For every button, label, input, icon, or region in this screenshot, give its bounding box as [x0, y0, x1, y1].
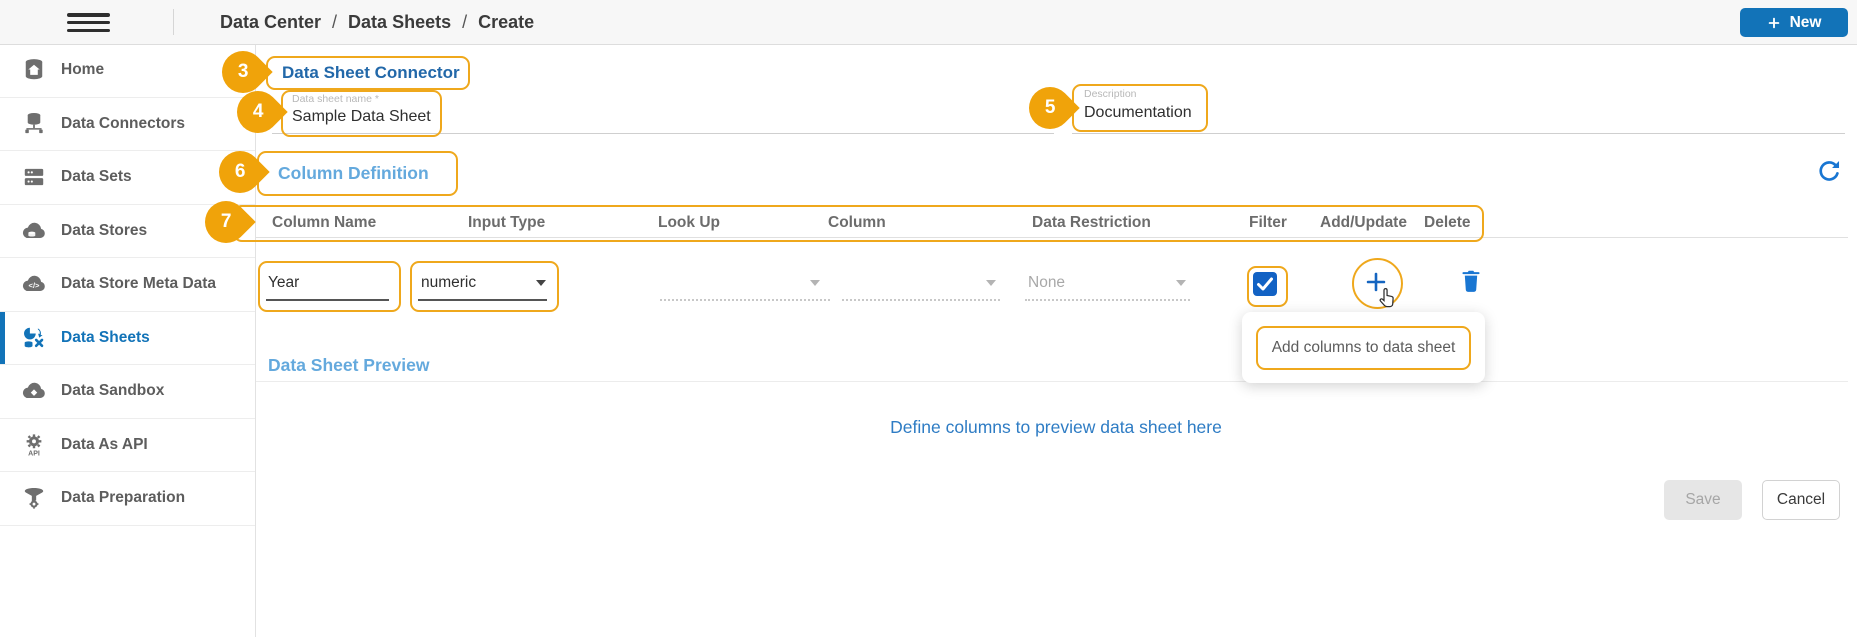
- cancel-button[interactable]: Cancel: [1762, 480, 1840, 520]
- new-button[interactable]: New: [1740, 8, 1848, 37]
- section-divider: [255, 381, 1848, 382]
- tooltip-add-columns: Add columns to data sheet: [1242, 312, 1485, 383]
- column-header-column: Column: [828, 214, 886, 231]
- data-store-meta-data-icon: </>: [21, 271, 47, 297]
- input-underline: [418, 299, 547, 301]
- sidebar-item-label: Data Sheets: [61, 328, 150, 346]
- breadcrumb-item-create: Create: [478, 11, 535, 32]
- sidebar-item-label: Data Preparation: [61, 489, 186, 507]
- section-title-column-definition: Column Definition: [278, 163, 429, 183]
- sidebar-item-label: Data Stores: [61, 221, 148, 239]
- column-name-input-value: Year: [268, 274, 300, 291]
- delete-row-button[interactable]: [1458, 266, 1484, 296]
- chevron-down-icon: [810, 280, 820, 286]
- sidebar-item-label: Home: [61, 61, 105, 79]
- data-stores-icon: [21, 218, 47, 244]
- top-bar: Data Center / Data Sheets / Create New: [0, 0, 1857, 45]
- data-restriction-select[interactable]: [1025, 298, 1190, 301]
- column-header-input-type: Input Type: [468, 214, 546, 231]
- home-database-icon: [21, 57, 47, 83]
- field-underline: [272, 133, 1054, 134]
- section-title-data-sheet-connector: Data Sheet Connector: [282, 63, 460, 82]
- data-preparation-icon: [21, 485, 47, 511]
- column-header-add-update: Add/Update: [1320, 214, 1407, 231]
- data-sheet-name-label: Data sheet name *: [292, 93, 379, 105]
- description-value: Documentation: [1084, 104, 1192, 121]
- data-sheet-name-value: Sample Data Sheet: [292, 108, 431, 125]
- svg-text:API: API: [28, 450, 40, 457]
- breadcrumb-separator: /: [332, 11, 338, 32]
- sidebar-item-data-sets[interactable]: Data Sets: [0, 151, 255, 205]
- look-up-select[interactable]: [660, 298, 830, 301]
- input-type-select-value: numeric: [421, 274, 477, 291]
- input-underline: [266, 299, 389, 301]
- hand-cursor-icon: [1377, 286, 1400, 309]
- sidebar-item-data-connectors[interactable]: Data Connectors: [0, 98, 255, 151]
- breadcrumb-separator: /: [462, 11, 468, 32]
- chevron-down-icon: [986, 280, 996, 286]
- column-header-look-up: Look Up: [658, 214, 720, 231]
- section-title-data-sheet-preview: Data Sheet Preview: [268, 355, 430, 375]
- plus-icon: [1768, 17, 1779, 28]
- sidebar-item-label: Data As API: [61, 435, 148, 453]
- breadcrumb: Data Center / Data Sheets / Create: [220, 0, 534, 44]
- sidebar-item-data-store-meta-data[interactable]: </> Data Store Meta Data: [0, 258, 255, 312]
- menu-icon[interactable]: [67, 13, 110, 33]
- filter-checkbox[interactable]: [1253, 272, 1277, 296]
- description-label: Description: [1084, 88, 1137, 100]
- refresh-icon[interactable]: [1815, 158, 1843, 186]
- sidebar-item-label: Data Sets: [61, 168, 132, 186]
- data-sheets-create-page: { "colors": { "accent_orange": "#F0A30A"…: [0, 0, 1857, 637]
- sidebar-item-label: Data Connectors: [61, 114, 186, 132]
- trash-icon: [1462, 270, 1480, 292]
- breadcrumb-item-data-center[interactable]: Data Center: [220, 12, 321, 33]
- chevron-down-icon: [1176, 280, 1186, 286]
- breadcrumb-item-data-sheets[interactable]: Data Sheets: [348, 12, 451, 33]
- sidebar-item-label: Data Sandbox: [61, 382, 165, 400]
- new-button-label: New: [1789, 13, 1822, 31]
- column-header-delete: Delete: [1424, 214, 1471, 231]
- chevron-down-icon: [536, 280, 546, 286]
- save-button[interactable]: Save: [1664, 480, 1742, 520]
- table-header-divider: [255, 237, 1848, 238]
- data-sandbox-icon: [21, 378, 47, 404]
- data-connectors-icon: [21, 111, 47, 137]
- sidebar-item-data-as-api[interactable]: API Data As API: [0, 419, 255, 472]
- column-header-data-restriction: Data Restriction: [1032, 214, 1151, 231]
- sidebar-item-label: Data Store Meta Data: [61, 275, 217, 293]
- sidebar-item-data-sandbox[interactable]: Data Sandbox: [0, 365, 255, 419]
- column-select[interactable]: [842, 298, 1000, 301]
- sidebar-item-data-sheets[interactable]: Data Sheets: [0, 311, 255, 365]
- topbar-divider: [173, 9, 174, 35]
- data-sheets-icon: [21, 325, 47, 351]
- column-header-column-name: Column Name: [272, 214, 377, 231]
- field-underline: [1072, 133, 1845, 134]
- data-restriction-select-value: None: [1028, 274, 1066, 291]
- sidebar: Home Data Connectors Data Sets Data Stor…: [0, 44, 256, 637]
- data-sets-icon: [21, 164, 47, 190]
- preview-empty-message: Define columns to preview data sheet her…: [890, 417, 1222, 437]
- annotation-box-tooltip-text: Add columns to data sheet: [1256, 326, 1471, 370]
- svg-text:</>: </>: [29, 281, 41, 290]
- column-header-filter: Filter: [1249, 214, 1287, 231]
- data-as-api-icon: API: [21, 432, 47, 458]
- sidebar-item-data-preparation[interactable]: Data Preparation: [0, 472, 255, 526]
- sidebar-item-home[interactable]: Home: [0, 44, 255, 98]
